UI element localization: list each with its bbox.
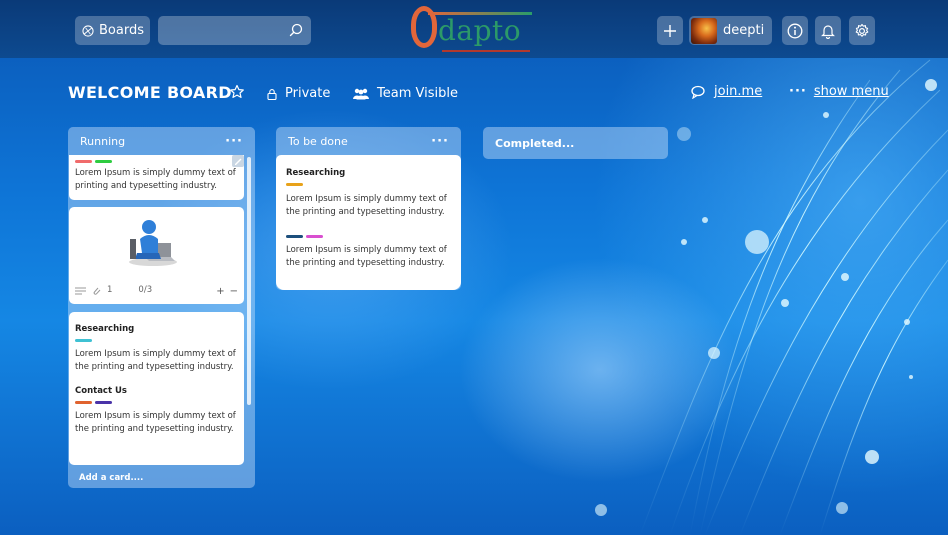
search-box (158, 16, 311, 45)
card-labels (75, 160, 238, 163)
show-menu-link[interactable]: ··· show menu (789, 84, 889, 99)
notifications-button[interactable] (815, 16, 841, 45)
increment-icon[interactable]: + (216, 285, 224, 298)
add-button[interactable] (657, 16, 683, 45)
checklist-icon (124, 287, 132, 295)
list-menu-icon[interactable]: ··· (431, 134, 449, 149)
list-header[interactable]: To be done ··· (276, 127, 461, 155)
more-dots-icon: ··· (789, 84, 807, 99)
card-title: Contact Us (75, 386, 127, 396)
settings-button[interactable] (849, 16, 875, 45)
card-labels (75, 401, 238, 404)
logo-text: dapto (438, 14, 522, 47)
boards-icon (82, 24, 94, 37)
show-menu-label: show menu (813, 84, 889, 99)
lock-icon (267, 88, 277, 100)
plus-icon (664, 24, 676, 37)
edit-pencil-icon[interactable] (232, 155, 244, 167)
gear-icon (855, 23, 869, 37)
attachment-count: 1 (107, 285, 113, 295)
list-scrollbar[interactable] (247, 157, 251, 405)
card-stepper: + − (216, 285, 238, 298)
joinme-label: join.me (714, 84, 763, 99)
user-menu-button[interactable]: deepti (689, 16, 772, 45)
card-text: Lorem Ipsum is simply dummy text of the … (75, 349, 236, 372)
label-orange (75, 401, 92, 404)
list-title[interactable]: Completed... (495, 137, 574, 150)
paperclip-icon (93, 287, 101, 295)
search-icon[interactable] (289, 23, 303, 37)
privacy-label: Private (285, 86, 331, 101)
label-green (95, 160, 112, 163)
star-icon[interactable] (229, 84, 245, 100)
card-text: Lorem Ipsum is simply dummy text of prin… (75, 168, 236, 191)
team-icon (353, 88, 369, 99)
team-label: Team Visible (377, 86, 458, 101)
list-completed[interactable]: Completed... (483, 127, 668, 159)
card-text: Lorem Ipsum is simply dummy text of the … (75, 411, 236, 434)
list-title[interactable]: To be done (288, 135, 348, 148)
app-logo[interactable]: dapto (408, 2, 538, 56)
boards-label: Boards (99, 23, 144, 38)
top-bar: Boards dapto deepti (0, 0, 948, 58)
list-item[interactable]: Lorem Ipsum is simply dummy text of prin… (69, 155, 244, 200)
label-yellow (286, 183, 303, 186)
info-button[interactable] (782, 16, 808, 45)
card-badges: 1 0/3 (75, 284, 152, 297)
card-text: Lorem Ipsum is simply dummy text of the … (286, 245, 447, 268)
board-title[interactable]: WELCOME BOARD (68, 83, 232, 102)
list-item[interactable]: Researching Lorem Ipsum is simply dummy … (276, 155, 461, 290)
user-name: deepti (723, 23, 765, 38)
label-cyan (75, 339, 92, 342)
card-title: Researching (75, 324, 135, 334)
label-red (75, 160, 92, 163)
card-text: Lorem Ipsum is simply dummy text of the … (286, 194, 447, 217)
list-header[interactable]: Running ··· (68, 127, 255, 155)
checklist-progress: 0/3 (138, 285, 153, 295)
list-item[interactable]: 1 0/3 + − (69, 207, 244, 304)
list-item[interactable]: Researching Lorem Ipsum is simply dummy … (69, 312, 244, 465)
list-title[interactable]: Running (80, 135, 125, 148)
logo-underline (442, 50, 530, 52)
card-labels (75, 339, 238, 342)
card-labels (286, 235, 451, 238)
list-header[interactable]: Completed... (483, 127, 668, 159)
description-icon (75, 287, 86, 294)
team-visibility-toggle[interactable]: Team Visible (352, 86, 458, 101)
chat-icon (691, 85, 705, 99)
decrement-icon[interactable]: − (230, 285, 238, 298)
label-magenta (306, 235, 323, 238)
card-title: Researching (286, 168, 346, 178)
card-labels (286, 183, 451, 186)
label-purple (95, 401, 112, 404)
avatar (691, 17, 717, 44)
bell-icon (821, 24, 835, 39)
boards-button[interactable]: Boards (75, 16, 150, 45)
add-card-button[interactable]: Add a card.... (79, 473, 143, 483)
person-at-laptop-image (129, 220, 177, 266)
list-menu-icon[interactable]: ··· (225, 134, 243, 149)
label-navy (286, 235, 303, 238)
privacy-toggle[interactable]: Private (266, 86, 330, 101)
info-icon (787, 23, 803, 38)
joinme-link[interactable]: join.me (691, 84, 762, 99)
